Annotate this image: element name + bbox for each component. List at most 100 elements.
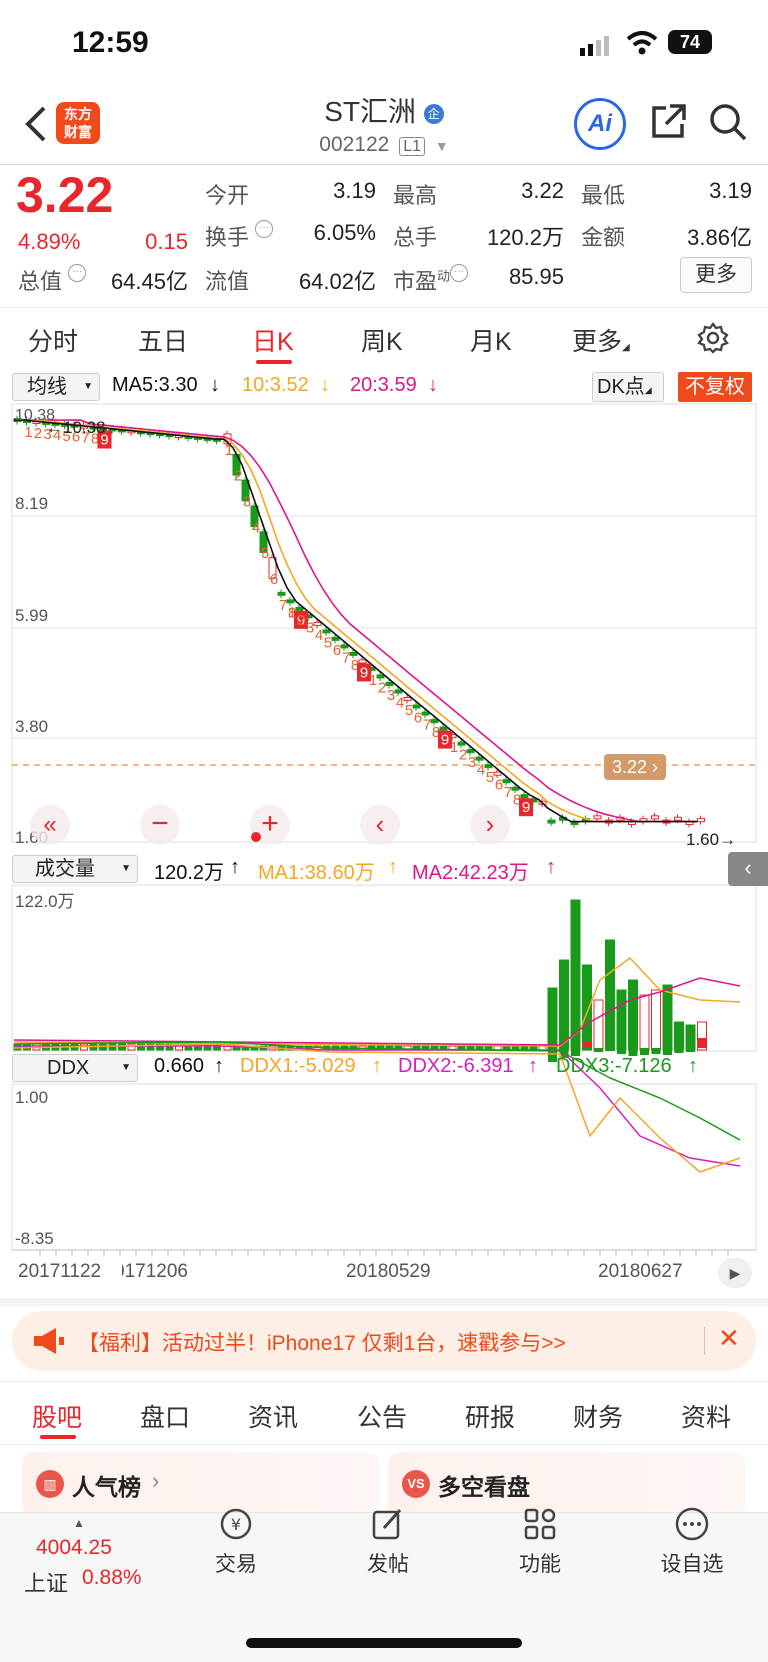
promo-banner[interactable]: 【福利】活动过半！iPhone17 仅剩1台，速戳参与>> ✕ xyxy=(12,1311,756,1371)
ddx-bar xyxy=(674,1048,684,1053)
zoom-fast-back-icon[interactable]: « xyxy=(30,805,70,845)
seq-number: 2 xyxy=(459,747,467,764)
corner-arrow-icon: ◢ xyxy=(622,342,630,353)
zoom-out-icon[interactable]: − xyxy=(140,805,180,845)
more-dots-icon xyxy=(674,1506,710,1542)
legend-ma20: 20:3.59 xyxy=(350,374,417,396)
ddx-selector[interactable]: DDX ▼ xyxy=(12,1054,138,1082)
home-indicator xyxy=(246,1638,522,1648)
ai-button[interactable]: Ai xyxy=(574,98,626,150)
seq-number: 4 xyxy=(315,627,323,644)
seq-number: 2 xyxy=(378,679,386,696)
stock-code: 002122 xyxy=(319,133,390,156)
edit-icon xyxy=(370,1506,406,1542)
index-name: 上证 xyxy=(24,1571,69,1596)
dropdown-icon: ▼ xyxy=(121,1062,131,1073)
seq-number: 4 xyxy=(396,694,404,711)
settings-icon[interactable] xyxy=(697,322,729,354)
kline-candle xyxy=(394,689,403,694)
tab-monthly-k[interactable]: 月K xyxy=(470,322,512,358)
index-value[interactable]: 4004.25 xyxy=(36,1536,112,1560)
play-icon[interactable]: ▶ xyxy=(718,1258,752,1288)
y-label: 8.19 xyxy=(15,494,49,513)
legend-vol: 120.2万 xyxy=(154,862,225,884)
close-icon[interactable]: ✕ xyxy=(718,1323,740,1354)
status-time: 12:59 xyxy=(72,26,149,59)
tab-research[interactable]: 研报 xyxy=(465,1398,515,1434)
kline-candle xyxy=(295,606,304,611)
ddx-bar xyxy=(605,1048,615,1051)
versus-icon: VS xyxy=(402,1470,430,1498)
kline-candle xyxy=(412,704,421,709)
kline-candle xyxy=(466,749,475,754)
nav-functions[interactable]: 功能 xyxy=(490,1506,590,1578)
seq-number: 6 xyxy=(495,777,503,794)
search-icon[interactable] xyxy=(708,102,748,142)
ma5-line xyxy=(14,419,698,823)
ddx-bar xyxy=(640,1048,649,1055)
volume-selector[interactable]: 成交量 ▼ xyxy=(12,855,138,883)
ma20-line xyxy=(14,419,698,823)
tab-finance[interactable]: 财务 xyxy=(573,1398,623,1434)
ma-selector[interactable]: 均线 ▼ xyxy=(12,373,100,401)
nav-watchlist[interactable]: 设自选 xyxy=(642,1506,742,1578)
value-volume: 120.2万 xyxy=(486,225,564,250)
seq-number: 5 xyxy=(324,634,332,651)
kline-candle xyxy=(651,815,659,820)
ddx-bar xyxy=(651,1048,661,1054)
price-tag[interactable]: 3.22 › xyxy=(604,754,666,780)
seq-number: 5 xyxy=(486,769,494,786)
kline-candle xyxy=(322,629,331,634)
arrow-up-icon: ↑ xyxy=(372,1055,382,1077)
volume-bar xyxy=(593,999,604,1051)
tab-daily-k[interactable]: 日K xyxy=(252,322,294,358)
tab-more[interactable]: 更多◢ xyxy=(572,322,630,358)
card-label: 人气榜 xyxy=(72,1474,141,1500)
kline-candle xyxy=(313,621,322,626)
kline-candle xyxy=(547,819,556,824)
tab-news[interactable]: 资讯 xyxy=(248,1398,298,1434)
volume-bar xyxy=(559,959,569,1051)
tab-intraday[interactable]: 分时 xyxy=(28,322,78,358)
nav-post[interactable]: 发帖 xyxy=(338,1506,438,1578)
ddx-bar xyxy=(594,1048,603,1052)
volume-bar xyxy=(651,989,661,1051)
tab-announcements[interactable]: 公告 xyxy=(357,1398,407,1434)
kline-candle xyxy=(697,818,705,823)
tab-forum[interactable]: 股吧 xyxy=(32,1398,82,1434)
card-label: 多空看盘 xyxy=(438,1474,530,1500)
tab-five-day[interactable]: 五日 xyxy=(138,322,188,358)
legend-ddx: 0.660 xyxy=(154,1055,205,1077)
arrow-up-icon: ↑ xyxy=(230,856,240,878)
nav-trade[interactable]: ¥ 交易 xyxy=(186,1506,286,1578)
tab-profile[interactable]: 资料 xyxy=(681,1398,731,1434)
tab-weekly-k[interactable]: 周K xyxy=(361,322,403,358)
date-label: 20171206 xyxy=(122,1261,188,1282)
kline-candle xyxy=(493,771,502,776)
prev-icon[interactable]: ‹ xyxy=(360,805,400,845)
next-icon[interactable]: › xyxy=(470,805,510,845)
pe-sup: 动 xyxy=(437,268,451,284)
no-adjust-button[interactable]: 不复权 xyxy=(678,372,752,402)
volume-bar xyxy=(639,994,650,1051)
seq-number: 1 xyxy=(288,604,296,621)
active-tab-indicator xyxy=(256,360,292,364)
dropdown-icon: ▼ xyxy=(83,381,93,392)
collapse-panel-icon[interactable]: ‹ xyxy=(728,852,768,886)
level-badge: L1 xyxy=(399,137,425,156)
kline-candle xyxy=(439,726,448,731)
seq-number: 3 xyxy=(306,619,314,636)
seq-number: 7 xyxy=(279,597,287,614)
kline-candle xyxy=(674,816,682,821)
seq-number: 7 xyxy=(342,649,350,666)
grid-icon xyxy=(522,1506,558,1542)
more-button[interactable]: 更多 xyxy=(680,257,752,293)
seq-number: 9 xyxy=(522,799,530,816)
kline-candle xyxy=(349,651,358,656)
volume-bar xyxy=(13,1043,22,1051)
kline-candle xyxy=(511,786,520,791)
dk-point-button[interactable]: DK点◢ xyxy=(592,372,664,402)
seq-number: 5 xyxy=(261,545,269,562)
share-icon[interactable] xyxy=(648,102,688,142)
tab-orderbook[interactable]: 盘口 xyxy=(140,1398,190,1434)
